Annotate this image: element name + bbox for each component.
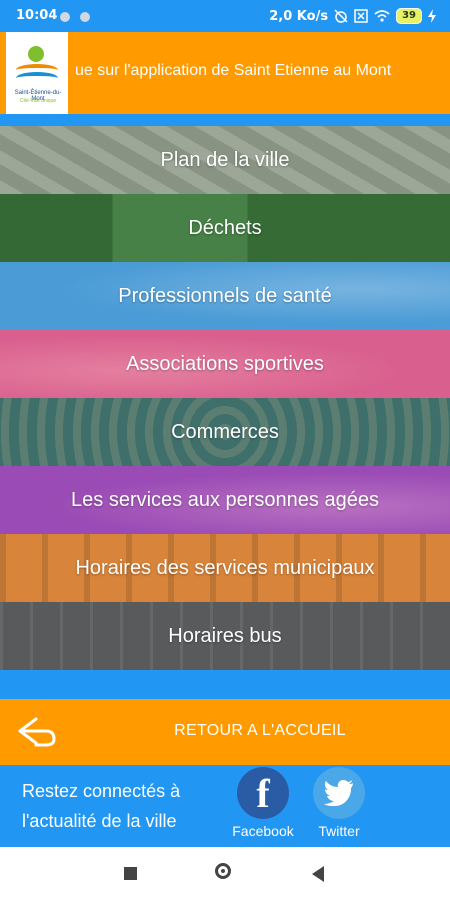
logo-wave-icon — [16, 72, 58, 84]
twitter-label: Twitter — [318, 823, 360, 839]
menu-item-label: Plan de la ville — [160, 148, 290, 171]
menu-item-associations-sportives[interactable]: Associations sportives — [0, 330, 450, 398]
charging-icon — [428, 9, 436, 23]
facebook-icon[interactable]: f — [237, 767, 289, 819]
logo-tagline: Cité-Ville unique — [19, 98, 57, 104]
menu-item-label: Horaires bus — [168, 624, 282, 647]
menu-item-professionnels-sante[interactable]: Professionnels de santé — [0, 262, 450, 330]
menu-item-services-personnes-agees[interactable]: Les services aux personnes agées — [0, 466, 450, 534]
footer-text-line1: Restez connectés à — [22, 781, 181, 801]
notification-dot-icon — [80, 12, 90, 22]
status-right: 2,0 Ko/s 39 — [269, 8, 436, 24]
recent-apps-icon[interactable] — [124, 867, 137, 880]
notification-dots — [60, 11, 100, 26]
return-home-label: RETOUR A L'ACCUEIL — [174, 722, 346, 739]
header-divider — [0, 114, 450, 126]
status-bar: 10:04 2,0 Ko/s 39 — [0, 0, 450, 32]
facebook-link[interactable]: f Facebook — [228, 767, 298, 839]
system-nav-bar — [0, 847, 450, 900]
social-footer: Restez connectés à l'actualité de la vil… — [0, 765, 450, 847]
menu-item-label: Les services aux personnes agées — [71, 488, 379, 511]
return-home-button[interactable]: RETOUR A L'ACCUEIL — [0, 699, 450, 765]
menu-item-label: Associations sportives — [126, 352, 324, 375]
logo-sun-icon — [28, 46, 44, 62]
menu-item-label: Professionnels de santé — [118, 284, 332, 307]
alarm-icon — [334, 9, 348, 23]
menu-item-commerces[interactable]: Commerces — [0, 398, 450, 466]
notification-dot-icon — [60, 12, 70, 22]
menu-item-dechets[interactable]: Déchets — [0, 194, 450, 262]
wifi-icon — [374, 10, 390, 22]
facebook-label: Facebook — [232, 823, 294, 839]
menu-item-label: Horaires des services municipaux — [75, 556, 375, 579]
status-time: 10:04 — [16, 8, 58, 23]
menu-item-horaires-services-municipaux[interactable]: Horaires des services municipaux — [0, 534, 450, 602]
battery-level: 39 — [396, 8, 422, 24]
sim-icon — [354, 9, 368, 23]
network-speed: 2,0 Ko/s — [269, 8, 329, 24]
app-header: Saint-Étienne-du-Mont Cité-Ville unique … — [0, 32, 450, 114]
menu-item-label: Déchets — [188, 216, 262, 239]
menu-item-horaires-bus[interactable]: Horaires bus — [0, 602, 450, 670]
twitter-icon[interactable] — [313, 767, 365, 819]
city-logo: Saint-Étienne-du-Mont Cité-Ville unique — [6, 32, 68, 114]
menu-item-label: Commerces — [171, 420, 279, 443]
twitter-link[interactable]: Twitter — [304, 767, 374, 839]
back-icon[interactable] — [312, 866, 324, 882]
welcome-marquee: ue sur l'application de Saint Etienne au… — [75, 62, 392, 79]
home-icon[interactable] — [215, 863, 231, 879]
main-menu: Plan de la ville Déchets Professionnels … — [0, 126, 450, 670]
footer-text-line2: l'actualité de la ville — [22, 811, 177, 831]
menu-item-plan-ville[interactable]: Plan de la ville — [0, 126, 450, 194]
